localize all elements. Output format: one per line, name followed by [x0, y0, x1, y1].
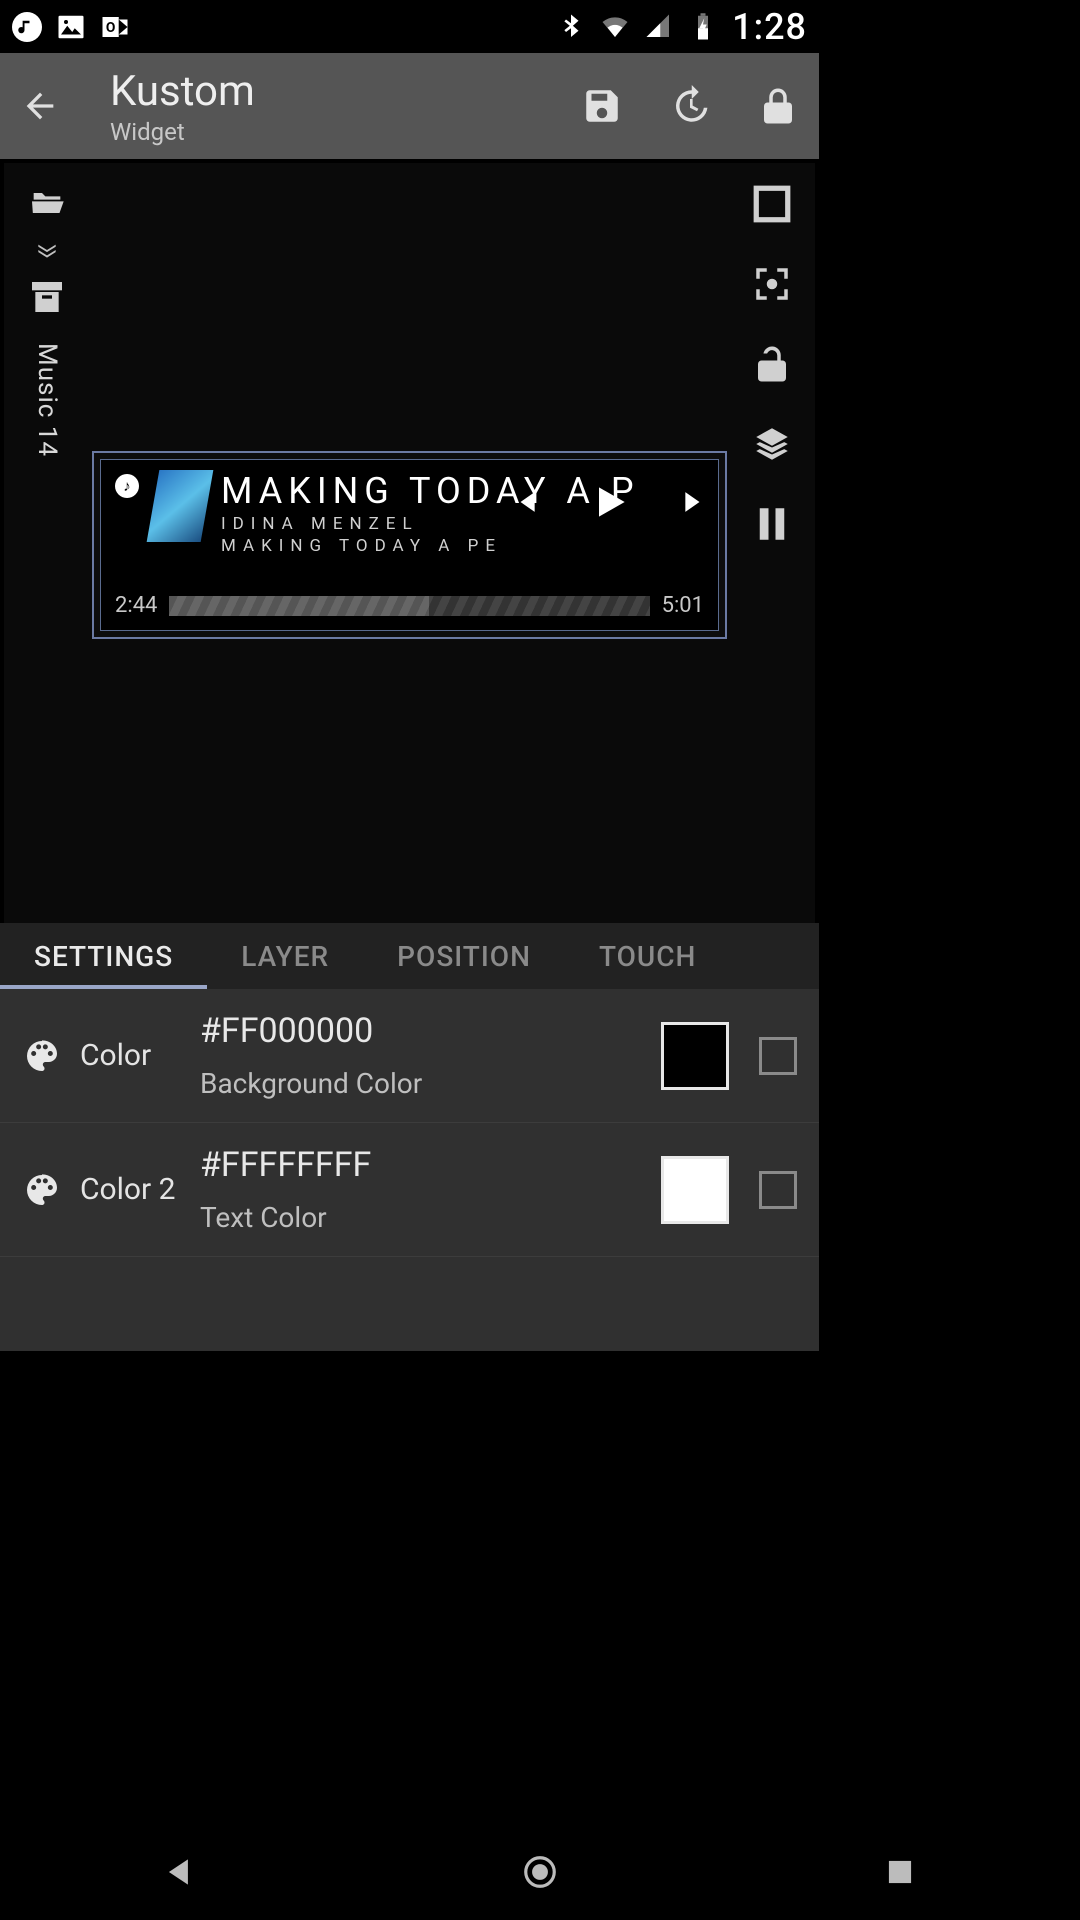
row-value: #FF000000 [200, 1011, 661, 1051]
row-checkbox[interactable] [759, 1171, 797, 1209]
nav-home-icon[interactable] [521, 1853, 559, 1891]
archive-icon[interactable] [25, 277, 69, 317]
outlook-notif-icon: O [100, 12, 130, 42]
tab-position[interactable]: POSITION [363, 923, 565, 989]
layers-icon[interactable] [751, 423, 793, 465]
settings-row-color[interactable]: Color #FF000000 Background Color [0, 989, 819, 1123]
center-focus-icon[interactable] [751, 263, 793, 305]
app-title-block: Kustom Widget [110, 67, 535, 146]
widget-inner: ♪ MAKING TODAY A P IDINA MENZEL MAKING T… [100, 459, 719, 631]
widget-preview[interactable]: ♪ MAKING TODAY A P IDINA MENZEL MAKING T… [92, 451, 727, 639]
system-navbar [0, 1824, 1080, 1920]
progress-fill [169, 596, 428, 616]
tab-settings[interactable]: SETTINGS [0, 923, 207, 989]
battery-charging-icon [688, 12, 718, 42]
cell-signal-icon [644, 12, 674, 42]
elapsed-time: 2:44 [115, 593, 157, 618]
property-tabs: SETTINGS LAYER POSITION TOUCH [0, 923, 819, 989]
sidebar-label: Music 14 [32, 343, 62, 457]
status-left-icons: O [12, 12, 130, 42]
track-album: MAKING TODAY A PE [221, 536, 704, 556]
folder-open-icon[interactable] [25, 183, 69, 223]
status-right-icons: 1:28 [556, 6, 807, 48]
settings-row-color2[interactable]: Color 2 #FFFFFFFF Text Color [0, 1123, 819, 1257]
row-desc: Background Color [200, 1067, 661, 1100]
history-icon[interactable] [669, 85, 711, 127]
tab-layer[interactable]: LAYER [207, 923, 363, 989]
row-value: #FFFFFFFF [200, 1145, 661, 1185]
wifi-icon [600, 12, 630, 42]
status-clock: 1:28 [732, 6, 807, 48]
row-name: Color [80, 1038, 151, 1073]
color-swatch[interactable] [661, 1022, 729, 1090]
save-icon[interactable] [581, 85, 623, 127]
music-badge-icon: ♪ [115, 474, 139, 498]
settings-list: Color #FF000000 Background Color Color 2… [0, 989, 819, 1351]
status-bar: O 1:28 [0, 0, 819, 53]
editor-left-toolbar: Music 14 [4, 183, 90, 457]
row-name: Color 2 [80, 1172, 176, 1207]
chevron-down-icon[interactable] [34, 241, 60, 259]
bluetooth-icon [556, 12, 586, 42]
music-note-notif-icon [12, 12, 42, 42]
album-art [147, 470, 214, 542]
image-notif-icon [56, 12, 86, 42]
row-desc: Text Color [200, 1201, 661, 1234]
progress-bar[interactable] [169, 596, 649, 616]
app-bar: Kustom Widget [0, 53, 819, 159]
app-title: Kustom [110, 67, 535, 116]
prev-track-icon[interactable] [512, 485, 546, 519]
nav-recent-icon[interactable] [881, 1853, 919, 1891]
palette-icon [22, 1036, 62, 1076]
editor-right-toolbar [729, 183, 815, 545]
duration-time: 5:01 [662, 593, 704, 618]
lock-icon[interactable] [757, 85, 799, 127]
play-icon[interactable] [588, 480, 632, 524]
editor-canvas[interactable]: Music 14 ♪ MAKING TODAY A P IDINA MENZEL… [4, 163, 815, 923]
color-swatch[interactable] [661, 1156, 729, 1224]
pause-icon[interactable] [751, 503, 793, 545]
back-icon[interactable] [20, 86, 60, 126]
nav-back-icon[interactable] [161, 1853, 199, 1891]
crop-square-icon[interactable] [751, 183, 793, 225]
svg-text:O: O [106, 20, 115, 36]
app-subtitle: Widget [110, 118, 535, 146]
row-checkbox[interactable] [759, 1037, 797, 1075]
next-track-icon[interactable] [674, 485, 708, 519]
tab-touch[interactable]: TOUCH [565, 923, 730, 989]
palette-icon [22, 1170, 62, 1210]
unlock-icon[interactable] [751, 343, 793, 385]
